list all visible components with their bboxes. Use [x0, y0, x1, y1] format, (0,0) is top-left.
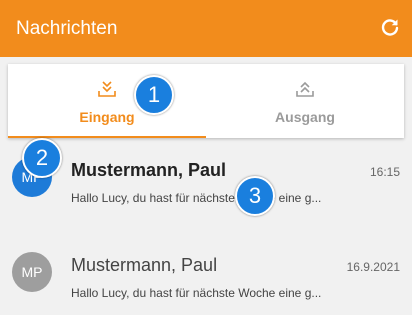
message-sender: Mustermann, Paul	[71, 160, 227, 180]
annotation-badge: 2	[22, 138, 62, 178]
tab-label: Eingang	[79, 109, 135, 125]
message-preview: Hallo Lucy, du hast für nächste Woche ei…	[71, 286, 322, 300]
message-list-item[interactable]: MP Mustermann, Paul 16.9.2021 Hallo Lucy…	[0, 235, 412, 307]
inbox-tray-icon	[96, 78, 118, 100]
outbox-tray-icon	[294, 78, 316, 100]
tab-label: Ausgang	[275, 109, 335, 125]
refresh-icon[interactable]	[378, 16, 402, 40]
tab-eingang[interactable]: Eingang	[8, 64, 206, 138]
message-time: 16:15	[369, 165, 400, 179]
tab-bar: Eingang Ausgang	[8, 64, 404, 138]
annotation-badge: 1	[134, 75, 174, 115]
message-list-item[interactable]: MP Mustermann, Paul 16:15 Hallo Lucy, du…	[0, 140, 412, 212]
message-sender: Mustermann, Paul	[71, 255, 218, 275]
message-time: 16.9.2021	[346, 260, 400, 274]
app-bar: Nachrichten	[0, 0, 412, 57]
tab-ausgang[interactable]: Ausgang	[206, 64, 404, 138]
annotation-badge: 3	[235, 176, 275, 216]
page-title: Nachrichten	[16, 18, 118, 39]
message-preview: Hallo Lucy, du hast für nächste Woche ei…	[71, 191, 322, 205]
avatar: MP	[12, 252, 52, 292]
